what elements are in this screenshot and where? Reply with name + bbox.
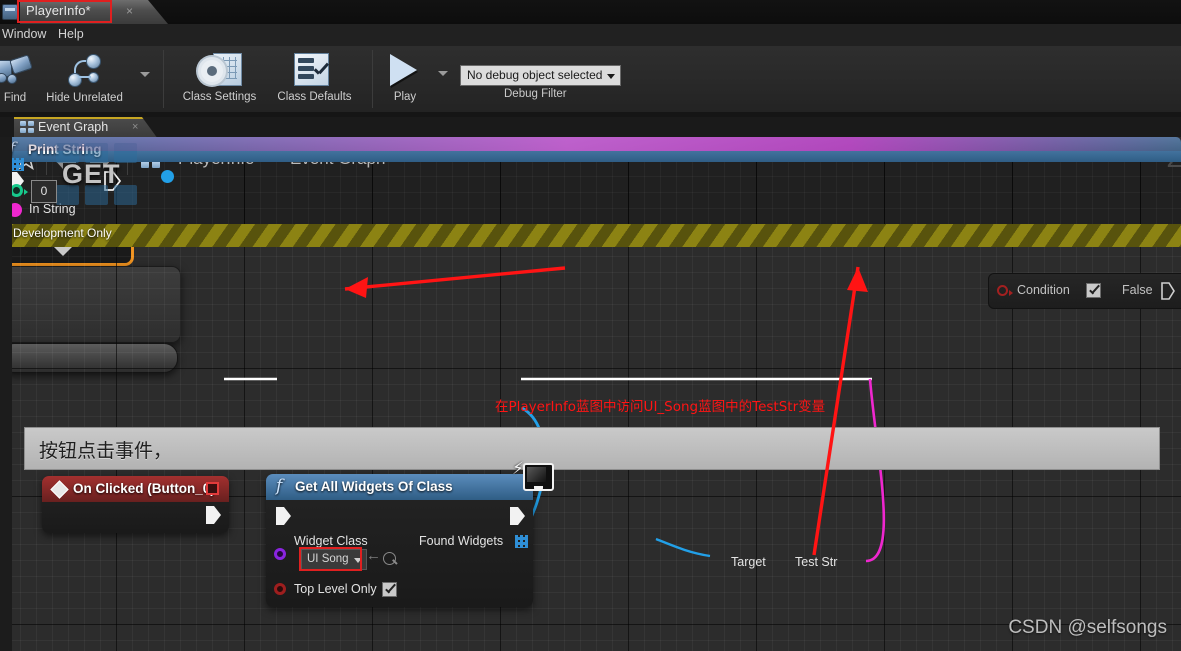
comment-box[interactable]: 按钮点击事件，	[24, 427, 1160, 470]
menu-item-window[interactable]: Window	[2, 27, 46, 41]
triangle-down-icon[interactable]	[54, 247, 72, 256]
function-f-icon: f	[276, 476, 283, 496]
debug-filter-label: Debug Filter	[504, 88, 567, 100]
clipboard-check-icon	[292, 52, 338, 86]
debug-object-value: No debug object selected	[467, 68, 603, 82]
toolbar-label-class-settings: Class Settings	[182, 91, 257, 103]
node-graph-icon	[62, 54, 112, 87]
widget-class-pin-icon[interactable]	[274, 548, 286, 560]
play-triangle-icon	[388, 54, 422, 86]
annotation-red-note: 在PlayerInfo蓝图中访问UI_Song蓝图中的TestStr变量	[495, 399, 826, 415]
false-pin-label: False	[1122, 283, 1153, 297]
blueprint-graph-canvas[interactable]: PlayerInfo › Event Graph Condition False…	[0, 137, 1181, 651]
exec-output-pin-icon[interactable]	[509, 506, 526, 526]
chevron-down-icon	[607, 74, 616, 79]
widget-class-highlight-box	[299, 547, 362, 571]
condition-label: Condition	[1017, 283, 1070, 297]
found-widgets-array-pin-icon[interactable]	[515, 535, 528, 548]
menu-item-help[interactable]: Help	[58, 27, 84, 41]
app-logo-icon	[2, 4, 18, 20]
watermark-text: CSDN @selfsongs	[1008, 617, 1167, 638]
get-index-value: 0	[40, 184, 48, 198]
top-level-only-checkbox[interactable]	[382, 582, 397, 597]
hide-unrelated-dropdown-caret-icon[interactable]	[140, 72, 150, 77]
top-level-only-pin-icon[interactable]	[274, 583, 286, 595]
canvas-left-edge	[0, 137, 12, 651]
get-index-input[interactable]: 0	[31, 180, 57, 203]
target-label: Target	[731, 555, 766, 569]
graph-tab-strip	[0, 117, 1181, 137]
title-bar: PlayerInfo* ×	[0, 0, 1181, 24]
binoculars-icon	[0, 54, 36, 84]
toolbar-divider-1	[163, 50, 164, 108]
node-on-clicked-button-0[interactable]: On Clicked (Button_0)	[42, 476, 229, 533]
document-tab-close-icon[interactable]: ×	[126, 4, 133, 18]
blueprint-graph-icon	[20, 121, 36, 134]
condition-checkbox[interactable]	[1086, 283, 1101, 298]
development-only-banner	[0, 224, 1181, 247]
widget-class-label: Widget Class	[294, 534, 368, 548]
toolbar-label-hide-unrelated: Hide Unrelated	[46, 92, 123, 104]
test-str-output-label: Test Str	[795, 555, 838, 569]
play-dropdown-caret-icon[interactable]	[438, 71, 448, 76]
toolbar-label-play: Play	[393, 91, 417, 103]
condition-pin-icon[interactable]	[997, 285, 1013, 296]
get-node-label: GET	[62, 159, 121, 189]
found-widgets-label: Found Widgets	[419, 534, 504, 548]
use-selected-asset-icon[interactable]: ←	[366, 547, 381, 564]
node-title-get-all-widgets: Get All Widgets Of Class	[295, 479, 453, 494]
get-array-input-pin-icon[interactable]	[11, 158, 24, 171]
document-tab-highlight-box	[17, 0, 112, 23]
comment-box-title: 按钮点击事件，	[39, 440, 173, 462]
exec-output-pin-icon[interactable]	[205, 505, 222, 525]
debug-object-select[interactable]: No debug object selected	[460, 65, 622, 86]
watch-monitor-icon[interactable]	[523, 463, 554, 491]
gear-sheet-icon	[197, 52, 243, 86]
unreal-blueprint-editor: PlayerInfo* × Window Help Find Hide Unre…	[0, 0, 1181, 651]
node-get-all-widgets-of-class[interactable]: f Get All Widgets Of Class Widget Class …	[266, 474, 533, 607]
node-title-on-clicked: On Clicked (Button_0)	[73, 481, 215, 496]
tab-event-graph-close-icon[interactable]: ×	[132, 121, 138, 133]
browse-asset-magnifier-icon[interactable]	[383, 552, 396, 565]
toolbar-label-class-defaults: Class Defaults	[277, 91, 352, 103]
exec-output-pin-icon[interactable]	[1161, 282, 1175, 300]
delegate-output-pin-icon[interactable]	[206, 482, 219, 495]
top-level-only-label: Top Level Only	[294, 582, 377, 596]
menu-bar: Window Help	[0, 24, 1181, 46]
main-toolbar: Find Hide Unrelated Class Settings Class…	[0, 46, 1181, 113]
get-output-pin-icon[interactable]	[161, 170, 174, 183]
tab-event-graph-label: Event Graph	[38, 120, 109, 134]
partial-branch-node[interactable]: Condition False	[988, 273, 1181, 309]
development-only-label: Development Only	[13, 226, 112, 240]
exec-input-pin-icon[interactable]	[275, 506, 292, 526]
toolbar-divider-2	[372, 50, 373, 108]
